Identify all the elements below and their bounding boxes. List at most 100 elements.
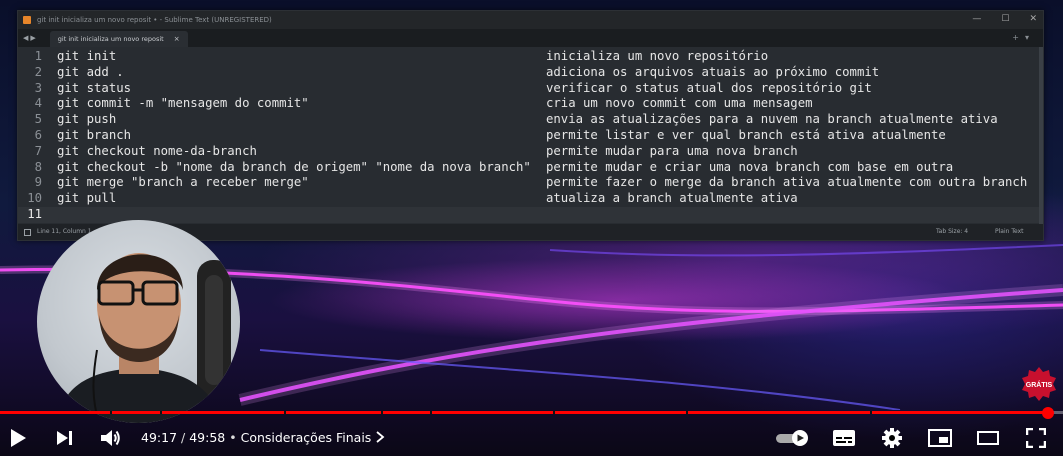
- line-code: git commit -m "mensagem do commit": [57, 96, 309, 111]
- video-frame[interactable]: git init inicializa um novo reposit • - …: [0, 0, 1063, 456]
- chapter-marker: [160, 411, 162, 414]
- chapter-marker: [284, 411, 286, 414]
- editor-line: 9 git merge "branch a receber merge" permi…: [18, 175, 1039, 191]
- line-description: verificar o status atual dos repositório…: [546, 80, 872, 95]
- line-description: atualiza a branch atualmente ativa: [546, 191, 798, 206]
- settings-button[interactable]: [876, 420, 908, 456]
- autoplay-toggle[interactable]: [774, 420, 812, 456]
- line-code: git push: [57, 112, 117, 127]
- line-number: 5: [34, 112, 42, 127]
- line-description: envia as atualizações para a nuvem na br…: [546, 112, 998, 127]
- new-tab-dropdown-icon[interactable]: +▾: [1012, 33, 1035, 42]
- chapter-marker: [870, 411, 872, 414]
- tab-close-icon[interactable]: ×: [174, 35, 180, 43]
- sublime-text-window: git init inicializa um novo reposit • - …: [17, 10, 1044, 241]
- gratis-badge: GRÁTIS: [1022, 367, 1056, 401]
- line-number: 2: [34, 64, 42, 79]
- badge-text: GRÁTIS: [1026, 380, 1053, 389]
- line-code: git checkout nome-da-branch: [57, 143, 257, 158]
- editor-line: 2 git add . adiciona os arquivos atuais ao…: [18, 65, 1039, 81]
- chapter-marker: [430, 411, 432, 414]
- mute-button[interactable]: [96, 420, 126, 456]
- line-code: git status: [57, 80, 132, 95]
- volume-icon: [101, 430, 120, 446]
- chapter-marker: [553, 411, 555, 414]
- line-code: git checkout -b "nome da branch de orige…: [57, 159, 531, 174]
- window-controls: — ☐ ✕: [972, 14, 1037, 24]
- current-time: 49:17: [141, 430, 178, 445]
- line-code: git merge "branch a receber merge": [57, 175, 309, 190]
- editor-line-current: 11: [18, 207, 1039, 223]
- fullscreen-button[interactable]: [1020, 420, 1052, 456]
- editor-tab-label: git init inicializa um novo reposit: [57, 35, 164, 43]
- sublime-app-icon: [23, 16, 31, 24]
- line-code: git add .: [57, 64, 124, 79]
- tab-size[interactable]: Tab Size: 4: [936, 224, 968, 240]
- line-description: permite mudar e criar uma nova branch co…: [546, 159, 954, 174]
- line-description: permite listar e ver qual branch está at…: [546, 128, 946, 142]
- chapter-marker: [381, 411, 383, 414]
- next-icon: [57, 431, 72, 445]
- miniplayer-button[interactable]: [924, 420, 956, 456]
- line-number: 7: [34, 143, 42, 158]
- next-button[interactable]: [50, 420, 78, 456]
- editor-line: 10 git pull atualiza a branch atualmente a…: [18, 191, 1039, 207]
- panel-toggle-icon[interactable]: [24, 229, 31, 236]
- editor-line: 6 git branch permite listar e ver qual bra…: [18, 128, 1039, 144]
- scrubber-handle[interactable]: [1042, 407, 1055, 419]
- tab-nav-arrows-icon[interactable]: ◀▶: [23, 34, 38, 42]
- line-number: 6: [34, 128, 42, 142]
- chapter-marker: [110, 411, 112, 414]
- fullscreen-icon: [1026, 428, 1046, 448]
- presenter-webcam: [37, 220, 240, 423]
- subtitles-icon: [833, 430, 855, 446]
- play-button[interactable]: [4, 420, 32, 456]
- line-number: 8: [34, 159, 42, 174]
- editor-line: 4 git commit -m "mensagem do commit" cria …: [18, 96, 1039, 112]
- window-title: git init inicializa um novo reposit • - …: [37, 16, 272, 24]
- chapter-marker: [686, 411, 688, 414]
- editor-scrollbar[interactable]: [1039, 47, 1043, 224]
- line-number: 4: [34, 96, 42, 111]
- chapter-title[interactable]: Considerações Finais: [241, 430, 372, 445]
- line-number: 3: [34, 80, 42, 95]
- line-code: git pull: [57, 191, 117, 206]
- play-icon: [11, 429, 26, 447]
- editor-line: 1 git init inicializa um novo repositório: [18, 49, 1039, 65]
- subtitles-button[interactable]: [828, 420, 860, 456]
- time-display: 49:17 / 49:58 • Considerações Finais: [141, 420, 385, 456]
- miniplayer-icon: [928, 429, 952, 447]
- code-editor[interactable]: 1 git init inicializa um novo repositório …: [18, 47, 1039, 224]
- line-number: 9: [34, 175, 42, 190]
- editor-line: 8 git checkout -b "nome da branch de orig…: [18, 160, 1039, 176]
- editor-line: 5 git push envia as atualizações para a nu…: [18, 112, 1039, 128]
- theater-mode-icon: [977, 431, 999, 445]
- line-description: cria um novo commit com uma mensagem: [546, 96, 813, 111]
- line-number: 10: [27, 191, 42, 206]
- line-code: git init: [57, 49, 117, 63]
- editor-tab[interactable]: git init inicializa um novo reposit ×: [49, 31, 188, 47]
- player-controls: 49:17 / 49:58 • Considerações Finais: [0, 420, 1063, 456]
- line-number: 1: [34, 49, 42, 63]
- line-description: inicializa um novo repositório: [546, 49, 769, 63]
- line-code: git branch: [57, 128, 132, 142]
- close-window-icon[interactable]: ✕: [1029, 14, 1037, 24]
- duration: 49:58: [189, 430, 226, 445]
- presenter-image: [57, 253, 231, 423]
- line-description: permite fazer o merge da branch ativa at…: [546, 175, 1028, 190]
- minimize-icon[interactable]: —: [972, 14, 981, 24]
- settings-icon: [882, 428, 902, 448]
- maximize-icon[interactable]: ☐: [1001, 14, 1009, 24]
- theater-mode-button[interactable]: [972, 420, 1004, 456]
- line-number: 11: [27, 207, 42, 221]
- autoplay-toggle-icon: [776, 430, 808, 446]
- editor-line: 3 git status verificar o status atual dos …: [18, 81, 1039, 97]
- syntax-mode[interactable]: Plain Text: [995, 224, 1023, 240]
- line-description: adiciona os arquivos atuais ao próximo c…: [546, 64, 880, 79]
- progress-played: [0, 411, 1049, 414]
- editor-line: 7 git checkout nome-da-branch permite muda…: [18, 144, 1039, 160]
- chapter-bullet: •: [229, 430, 237, 445]
- chapter-chevron-icon[interactable]: [375, 430, 385, 445]
- tab-bar: ◀▶ git init inicializa um novo reposit ×…: [18, 29, 1043, 47]
- window-titlebar: git init inicializa um novo reposit • - …: [18, 11, 1043, 29]
